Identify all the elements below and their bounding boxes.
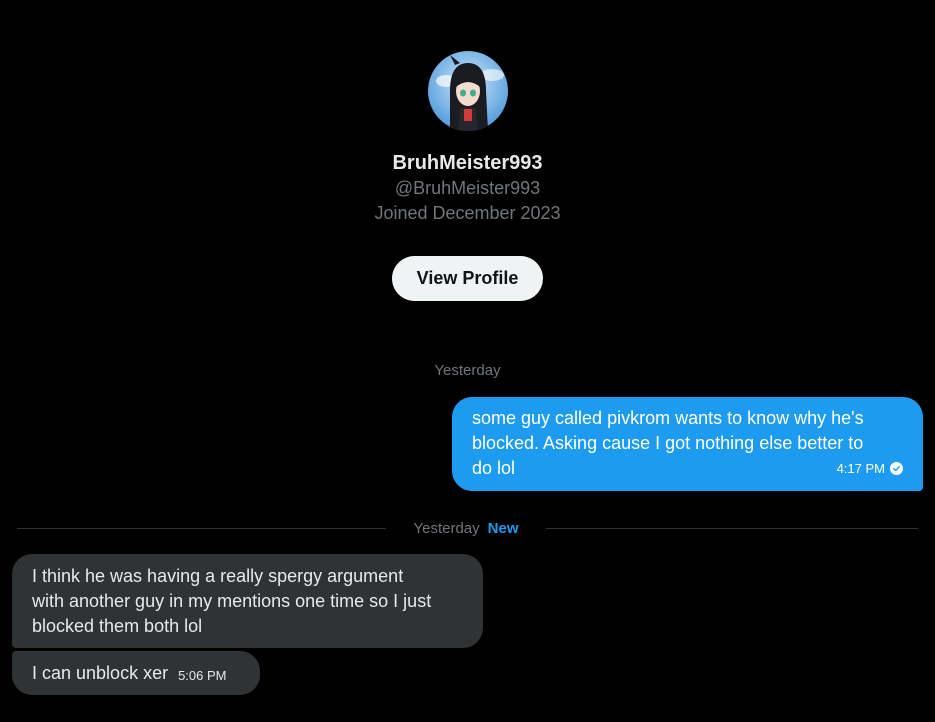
date-separator: Yesterday bbox=[434, 362, 501, 379]
divider-date: Yesterday bbox=[413, 520, 480, 537]
message-line: I think he was having a really spergy ar… bbox=[32, 566, 404, 586]
anime-character-avatar-icon bbox=[428, 51, 508, 131]
message-line: with another guy in my mentions one time… bbox=[32, 591, 432, 611]
check-circle-icon bbox=[890, 462, 903, 475]
message-line: blocked. Asking cause I got nothing else… bbox=[472, 433, 864, 453]
message-time: 4:17 PM bbox=[836, 461, 885, 476]
new-badge: New bbox=[487, 520, 519, 537]
avatar[interactable] bbox=[428, 51, 508, 131]
divider-label: Yesterday New bbox=[386, 519, 546, 539]
message-line: blocked them both lol bbox=[32, 616, 203, 636]
display-name: BruhMeister993 bbox=[392, 152, 543, 174]
incoming-message[interactable]: I can unblock xer 5:06 PM bbox=[12, 651, 260, 695]
user-handle: @BruhMeister993 bbox=[394, 178, 541, 198]
divider-line bbox=[546, 528, 918, 529]
divider-line bbox=[17, 528, 386, 529]
message-text: I can unblock xer bbox=[32, 662, 169, 683]
joined-date: Joined December 2023 bbox=[374, 203, 561, 223]
message-time: 5:06 PM bbox=[178, 667, 227, 683]
incoming-message[interactable]: I think he was having a really spergy ar… bbox=[12, 554, 483, 648]
message-line: some guy called pivkrom wants to know wh… bbox=[472, 408, 864, 428]
message-meta: 4:17 PM bbox=[837, 456, 903, 481]
outgoing-message[interactable]: some guy called pivkrom wants to know wh… bbox=[452, 397, 923, 491]
view-profile-button[interactable]: View Profile bbox=[392, 256, 543, 301]
new-messages-divider: Yesterday New bbox=[0, 519, 935, 539]
